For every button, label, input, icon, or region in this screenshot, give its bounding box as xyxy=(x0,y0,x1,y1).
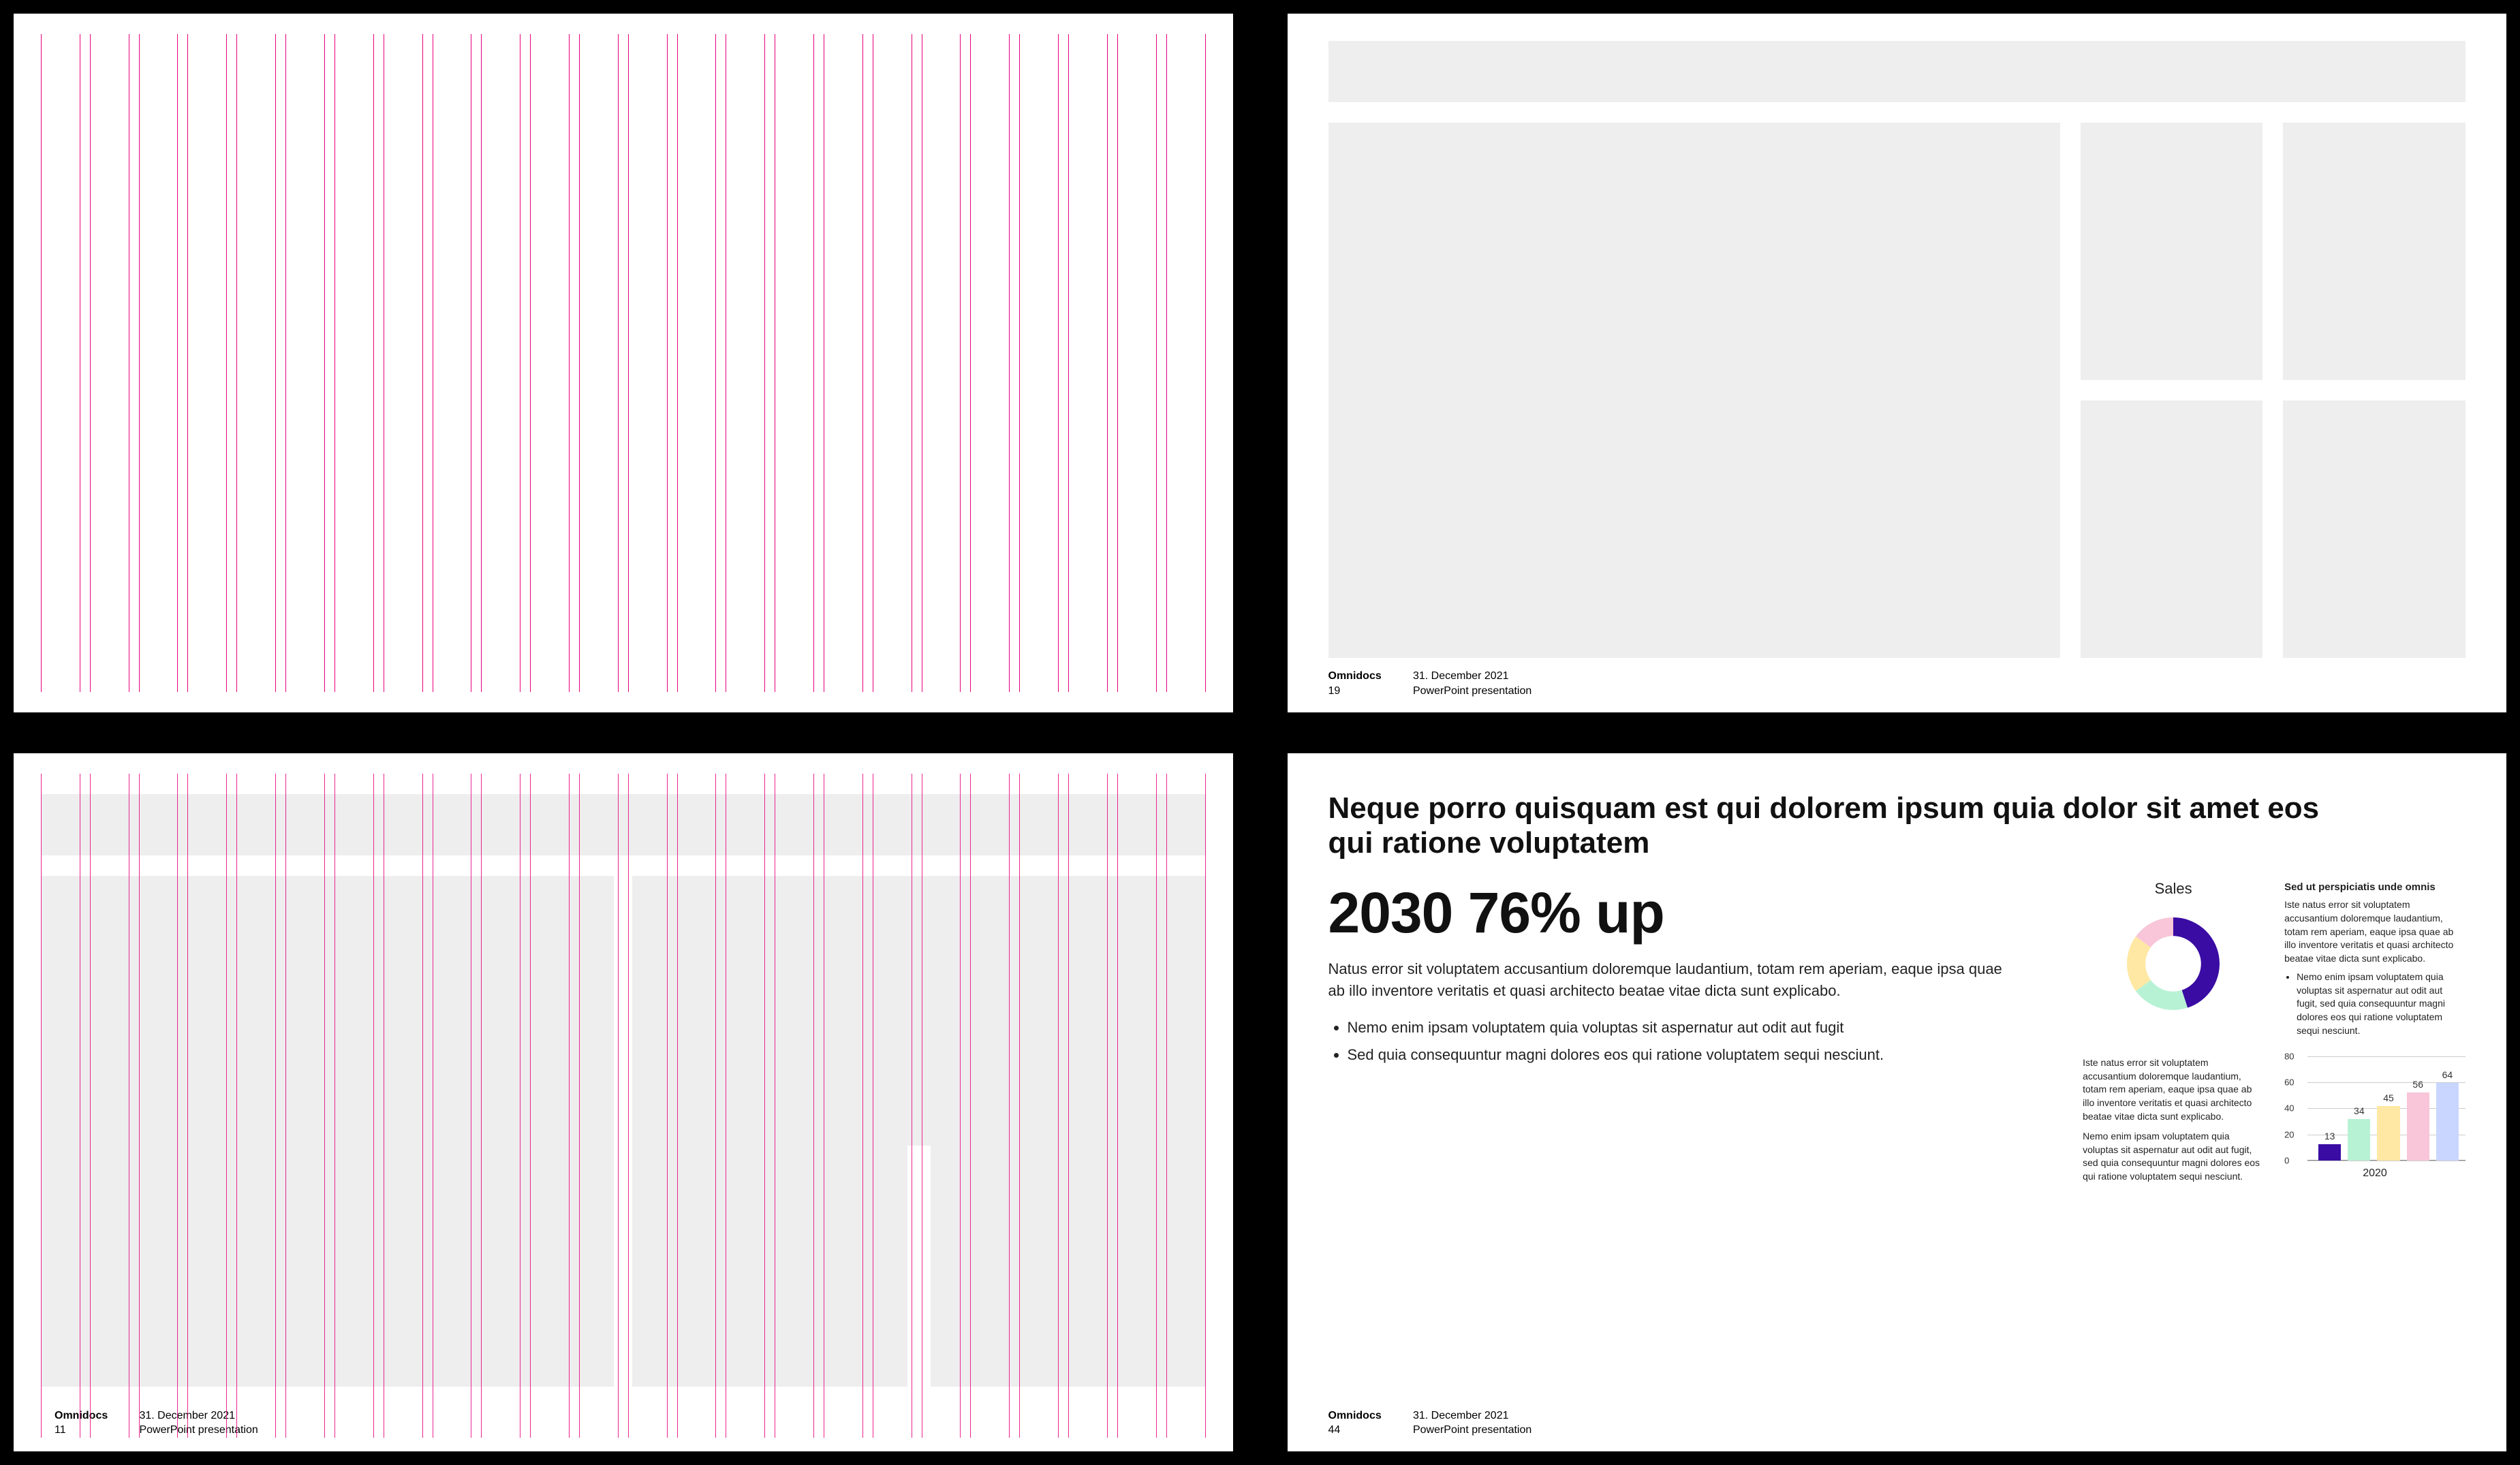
chart-title: Sales xyxy=(2083,880,2264,898)
slide-layout-placeholders: Omnidocs 31. December 2021 19 PowerPoint… xyxy=(1288,14,2507,712)
text-block-heading: Sed ut perspiciatis unde omnis xyxy=(2284,880,2465,894)
content-placeholder-2 xyxy=(2283,123,2465,380)
body-bullet-list: Nemo enim ipsam voluptatem quia voluptas… xyxy=(1328,1017,2019,1066)
footer-brand: Omnidocs xyxy=(1328,1408,1410,1423)
content-placeholder-main xyxy=(41,876,614,1387)
text-block-right: Sed ut perspiciatis unde omnis Iste natu… xyxy=(2284,880,2465,1037)
headline-stat: 2030 76% up xyxy=(1328,880,2056,946)
small-para-2: Nemo enim ipsam voluptatem quia voluptas… xyxy=(2083,1130,2264,1183)
title-placeholder xyxy=(1328,41,2466,102)
text-block-body: Iste natus error sit voluptatem accusant… xyxy=(2284,898,2465,965)
small-text-block: Iste natus error sit voluptatem accusant… xyxy=(2083,1056,2264,1183)
footer-page: 44 xyxy=(1328,1423,1410,1438)
layout-placeholders xyxy=(41,774,1206,1387)
bar-chart: 02040608013344556642020 xyxy=(2284,1056,2465,1183)
footer-page: 19 xyxy=(1328,684,1410,699)
footer-doc: PowerPoint presentation xyxy=(139,1423,258,1438)
slide-footer: Omnidocs 31. December 2021 44 PowerPoint… xyxy=(1328,1408,1532,1438)
list-item: Nemo enim ipsam voluptatem quia voluptas… xyxy=(1348,1017,2019,1039)
slide-grid-with-layout: Omnidocs 31. December 2021 11 PowerPoint… xyxy=(14,753,1233,1452)
footer-date: 31. December 2021 xyxy=(1413,669,1509,684)
body-paragraph: Natus error sit voluptatem accusantium d… xyxy=(1328,958,2019,1002)
slide-footer: Omnidocs 31. December 2021 19 PowerPoint… xyxy=(1328,669,1532,698)
footer-brand: Omnidocs xyxy=(1328,669,1410,684)
donut-chart xyxy=(2115,906,2231,1022)
slide-content-example: Neque porro quisquam est qui dolorem ips… xyxy=(1288,753,2507,1452)
column-grid xyxy=(41,34,1206,692)
footer-doc: PowerPoint presentation xyxy=(1413,1423,1531,1438)
content-placeholder-4 xyxy=(2283,400,2465,658)
content-placeholder-bottom-1 xyxy=(632,1099,907,1387)
title-placeholder xyxy=(41,794,1206,855)
text-block-bullet: Nemo enim ipsam voluptatem quia voluptas… xyxy=(2297,971,2465,1037)
footer-date: 31. December 2021 xyxy=(1413,1408,1509,1423)
slide-title: Neque porro quisquam est qui dolorem ips… xyxy=(1328,791,2329,862)
slide-footer: Omnidocs 31. December 2021 11 PowerPoint… xyxy=(55,1408,258,1438)
footer-date: 31. December 2021 xyxy=(139,1408,235,1423)
content-placeholder-main xyxy=(1328,123,2060,658)
slide-grid-columns xyxy=(14,14,1233,712)
small-para-1: Iste natus error sit voluptatem accusant… xyxy=(2083,1056,2264,1123)
footer-doc: PowerPoint presentation xyxy=(1413,684,1531,699)
list-item: Sed quia consequuntur magni dolores eos … xyxy=(1348,1044,2019,1066)
donut-chart-block: Sales xyxy=(2083,880,2264,1037)
footer-brand: Omnidocs xyxy=(55,1408,136,1423)
content-placeholder-3 xyxy=(2081,400,2263,658)
content-placeholder-bottom-2 xyxy=(931,1099,1205,1387)
content-placeholder-1 xyxy=(2081,123,2263,380)
footer-page: 11 xyxy=(55,1423,136,1438)
